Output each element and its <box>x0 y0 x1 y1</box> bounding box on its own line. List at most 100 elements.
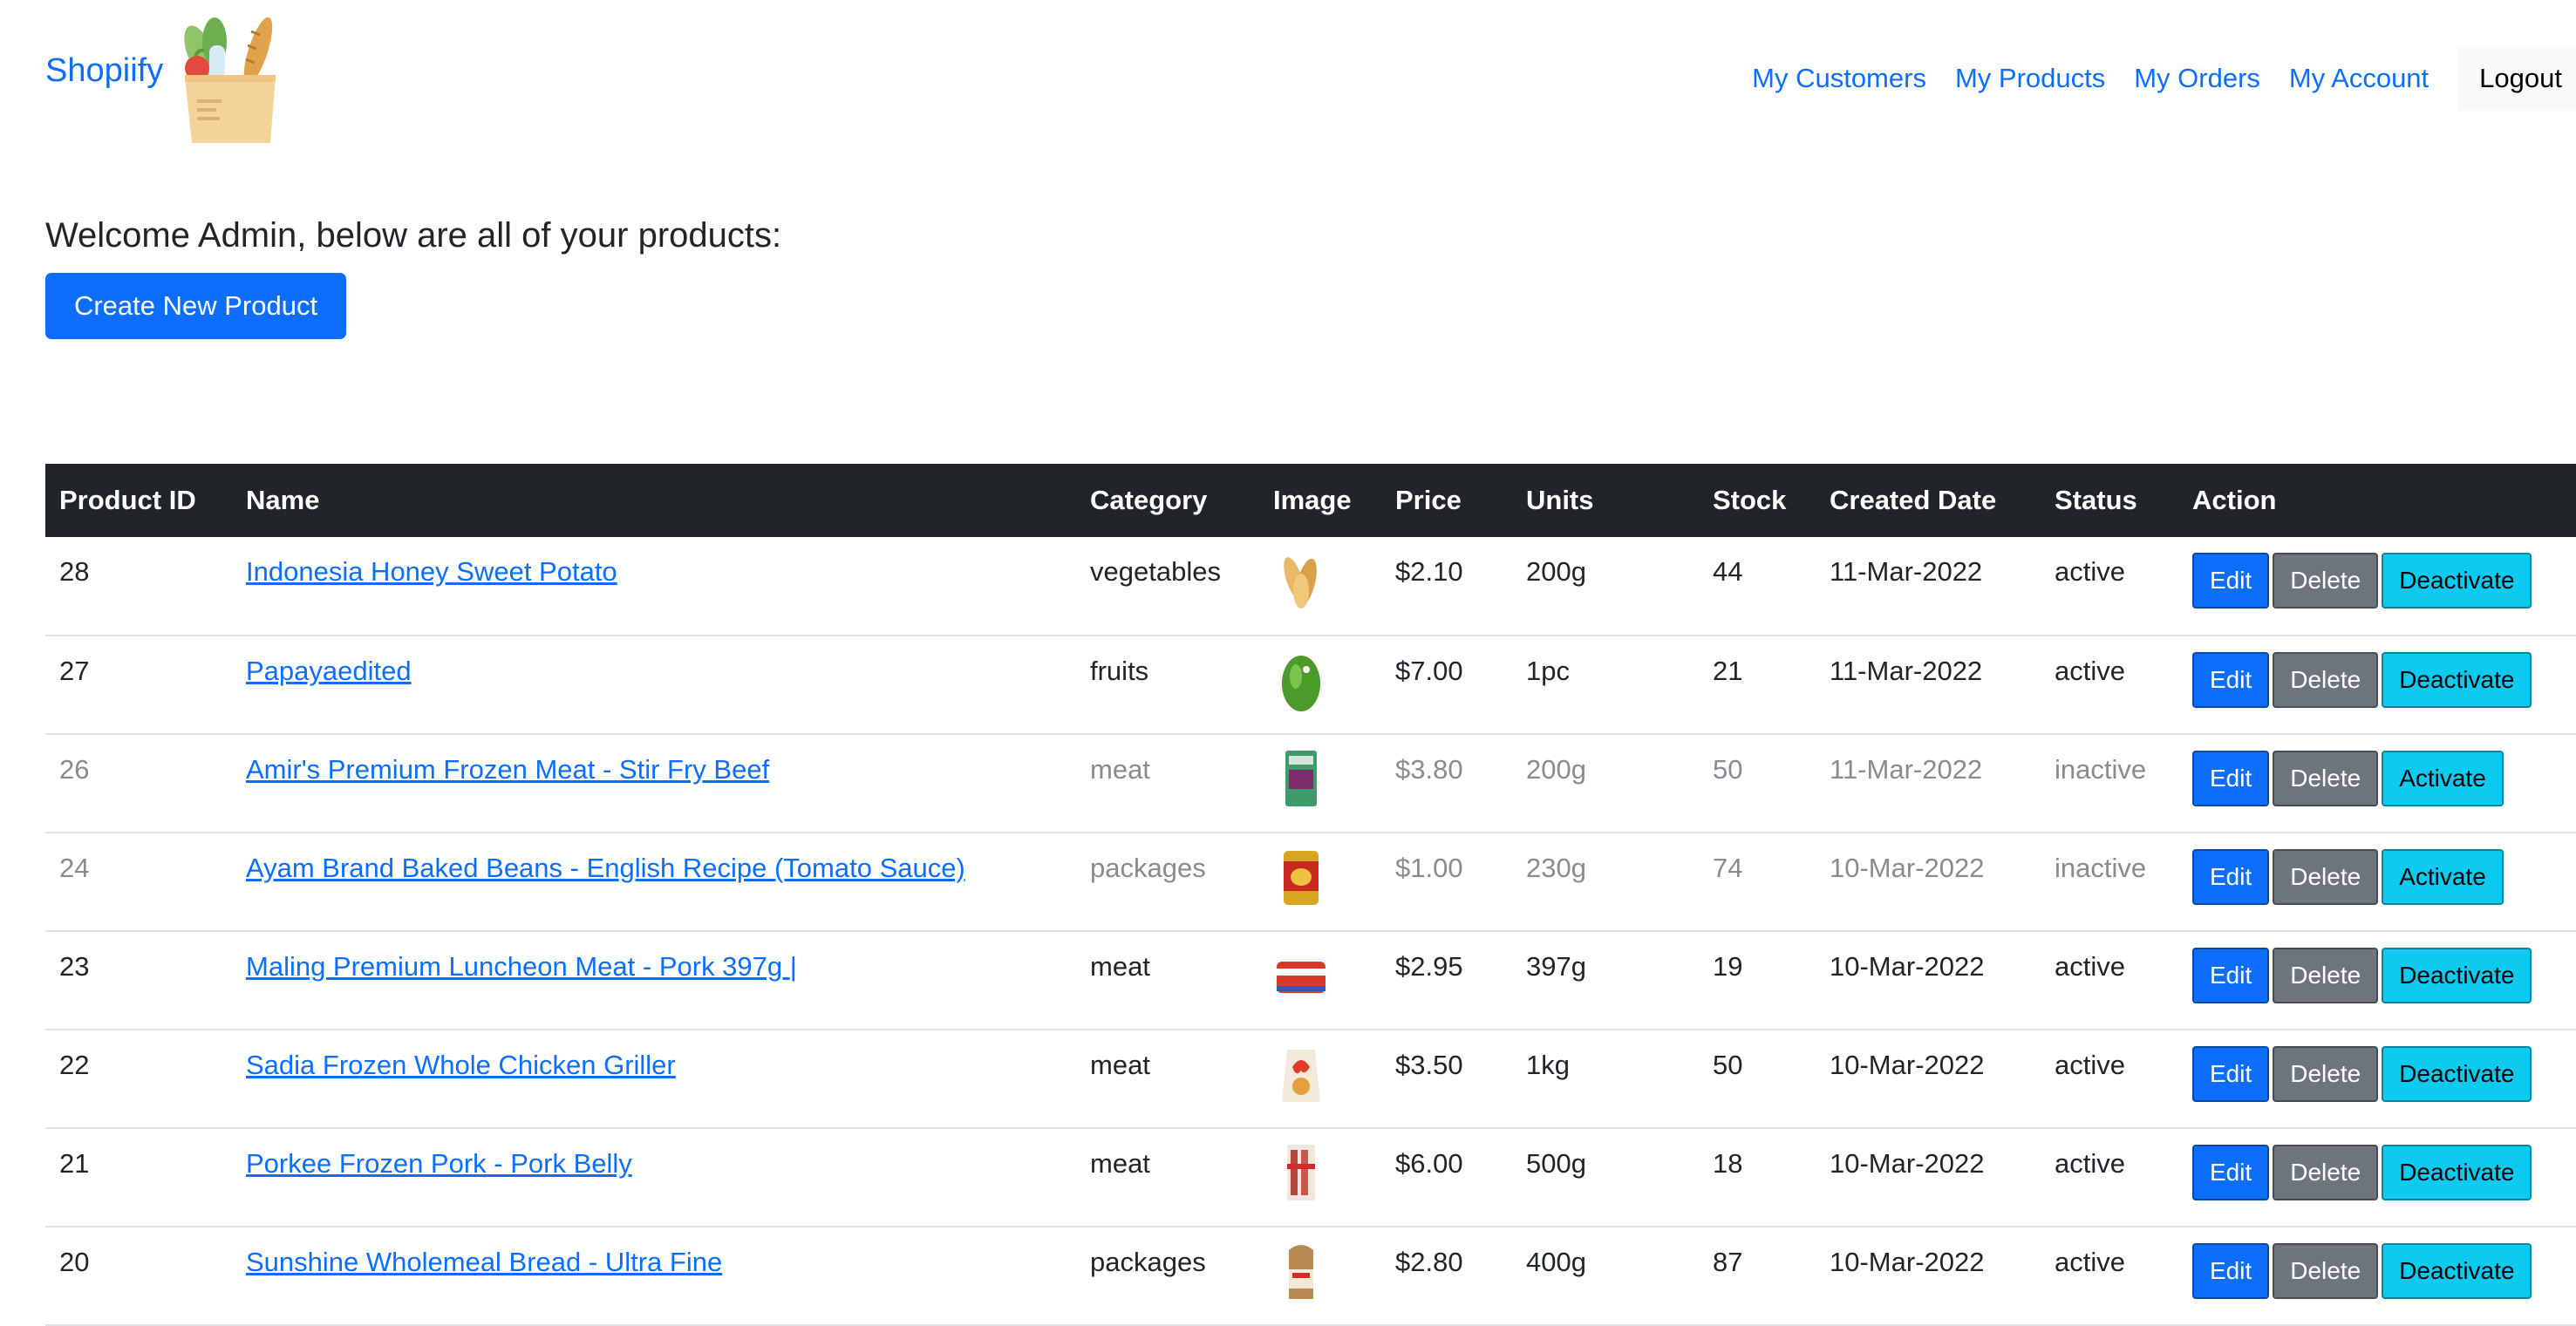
cell-units: 230g <box>1512 833 1699 932</box>
deactivate-button[interactable]: Deactivate <box>2382 553 2532 609</box>
edit-button[interactable]: Edit <box>2192 751 2270 806</box>
cell-action: Edit Delete Deactivate <box>2178 1030 2576 1129</box>
table-row: 21 Porkee Frozen Pork - Pork Belly meat $6.… <box>45 1128 2576 1227</box>
table-row: 23 Maling Premium Luncheon Meat - Pork 39… <box>45 931 2576 1030</box>
cell-name: Maling Premium Luncheon Meat - Pork 397g… <box>232 931 1076 1030</box>
cell-price: $3.80 <box>1381 734 1512 833</box>
action-buttons: Edit Delete Deactivate <box>2192 948 2562 1003</box>
cell-category: meat <box>1076 734 1259 833</box>
cell-price: $6.00 <box>1381 1128 1512 1227</box>
cell-action: Edit Delete Activate <box>2178 734 2576 833</box>
nav-my-products[interactable]: My Products <box>1955 63 2105 94</box>
cell-stock: 50 <box>1699 1030 1816 1129</box>
edit-button[interactable]: Edit <box>2192 652 2270 708</box>
activate-button[interactable]: Activate <box>2382 849 2504 905</box>
deactivate-button[interactable]: Deactivate <box>2382 1046 2532 1102</box>
cell-price: $2.10 <box>1381 537 1512 636</box>
logout-button[interactable]: Logout <box>2457 46 2576 111</box>
deactivate-button[interactable]: Deactivate <box>2382 948 2532 1003</box>
edit-button[interactable]: Edit <box>2192 1046 2270 1102</box>
product-name-link[interactable]: Sadia Frozen Whole Chicken Griller <box>246 1050 676 1080</box>
product-name-link[interactable]: Porkee Frozen Pork - Pork Belly <box>246 1148 632 1179</box>
nav-my-account[interactable]: My Account <box>2289 63 2429 94</box>
brand-link[interactable]: Shopiify <box>45 52 163 90</box>
edit-button[interactable]: Edit <box>2192 553 2270 609</box>
table-row: 27 Papayaedited fruits $7.00 1pc 21 11-Mar-202… <box>45 636 2576 735</box>
action-buttons: Edit Delete Activate <box>2192 751 2562 806</box>
cell-status: active <box>2041 1030 2178 1129</box>
edit-button[interactable]: Edit <box>2192 948 2270 1003</box>
cell-product-id: 28 <box>45 537 232 636</box>
cell-status: active <box>2041 1227 2178 1326</box>
cell-price: $2.80 <box>1381 1227 1512 1326</box>
header-image: Image <box>1273 485 1352 515</box>
cell-units: 1kg <box>1512 1030 1699 1129</box>
cell-name: Sadia Frozen Whole Chicken Griller <box>232 1030 1076 1129</box>
action-buttons: Edit Delete Deactivate <box>2192 1046 2562 1102</box>
cell-category: fruits <box>1076 636 1259 735</box>
navbar: Shopiify My Customers My Products My Ord… <box>0 0 2576 153</box>
action-buttons: Edit Delete Deactivate <box>2192 1145 2562 1200</box>
cell-image <box>1259 1128 1381 1227</box>
product-name-link[interactable]: Ayam Brand Baked Beans - English Recipe … <box>246 853 965 883</box>
edit-button[interactable]: Edit <box>2192 1243 2270 1299</box>
delete-button[interactable]: Delete <box>2273 1243 2379 1299</box>
cell-product-id: 21 <box>45 1128 232 1227</box>
cell-price: $2.95 <box>1381 931 1512 1030</box>
cell-name: Indonesia Honey Sweet Potato <box>232 537 1076 636</box>
cell-name: Sunshine Wholemeal Bread - Ultra Fine <box>232 1227 1076 1326</box>
delete-button[interactable]: Delete <box>2273 849 2379 905</box>
deactivate-button[interactable]: Deactivate <box>2382 652 2532 708</box>
cell-price: $1.00 <box>1381 833 1512 932</box>
header-stock: Stock <box>1713 485 1787 515</box>
cell-units: 400g <box>1512 1227 1699 1326</box>
activate-button[interactable]: Activate <box>2382 751 2504 806</box>
cell-name: Porkee Frozen Pork - Pork Belly <box>232 1128 1076 1227</box>
edit-button[interactable]: Edit <box>2192 849 2270 905</box>
cell-action: Edit Delete Deactivate <box>2178 537 2576 636</box>
table-row: 28 Indonesia Honey Sweet Potato vegetables… <box>45 537 2576 636</box>
sweet-potato-image <box>1273 547 1367 614</box>
header-product-id: Product ID <box>59 485 196 515</box>
edit-button[interactable]: Edit <box>2192 1145 2270 1200</box>
delete-button[interactable]: Delete <box>2273 553 2379 609</box>
deactivate-button[interactable]: Deactivate <box>2382 1145 2532 1200</box>
delete-button[interactable]: Delete <box>2273 948 2379 1003</box>
table-row: 26 Amir's Premium Frozen Meat - Stir Fry … <box>45 734 2576 833</box>
cell-stock: 50 <box>1699 734 1816 833</box>
delete-button[interactable]: Delete <box>2273 1046 2379 1102</box>
action-buttons: Edit Delete Deactivate <box>2192 652 2562 708</box>
grocery-bag-logo <box>184 17 276 143</box>
cell-status: inactive <box>2041 734 2178 833</box>
table-row: 24 Ayam Brand Baked Beans - English Recip… <box>45 833 2576 932</box>
cell-image <box>1259 1227 1381 1326</box>
cell-action: Edit Delete Deactivate <box>2178 1128 2576 1227</box>
delete-button[interactable]: Delete <box>2273 751 2379 806</box>
product-name-link[interactable]: Indonesia Honey Sweet Potato <box>246 556 617 587</box>
nav-my-customers[interactable]: My Customers <box>1752 63 1926 94</box>
cell-image <box>1259 1030 1381 1129</box>
products-table: Product ID Name Category Image Price Uni… <box>45 464 2576 1326</box>
cell-created-date: 10-Mar-2022 <box>1816 931 2041 1030</box>
delete-button[interactable]: Delete <box>2273 1145 2379 1200</box>
delete-button[interactable]: Delete <box>2273 652 2379 708</box>
cell-units: 200g <box>1512 537 1699 636</box>
cell-units: 397g <box>1512 931 1699 1030</box>
beef-pack-image <box>1273 745 1367 812</box>
cell-stock: 44 <box>1699 537 1816 636</box>
cell-created-date: 11-Mar-2022 <box>1816 734 2041 833</box>
cell-stock: 21 <box>1699 636 1816 735</box>
product-name-link[interactable]: Maling Premium Luncheon Meat - Pork 397g… <box>246 951 797 982</box>
papaya-image <box>1273 647 1367 713</box>
cell-name: Ayam Brand Baked Beans - English Recipe … <box>232 833 1076 932</box>
deactivate-button[interactable]: Deactivate <box>2382 1243 2532 1299</box>
table-body: 28 Indonesia Honey Sweet Potato vegetables… <box>45 537 2576 1326</box>
product-name-link[interactable]: Sunshine Wholemeal Bread - Ultra Fine <box>246 1247 722 1277</box>
cell-product-id: 24 <box>45 833 232 932</box>
cell-stock: 19 <box>1699 931 1816 1030</box>
nav-my-orders[interactable]: My Orders <box>2134 63 2260 94</box>
create-new-product-button[interactable]: Create New Product <box>45 273 346 339</box>
product-name-link[interactable]: Amir's Premium Frozen Meat - Stir Fry Be… <box>246 754 769 785</box>
header-category: Category <box>1090 485 1208 515</box>
product-name-link[interactable]: Papayaedited <box>246 656 412 686</box>
